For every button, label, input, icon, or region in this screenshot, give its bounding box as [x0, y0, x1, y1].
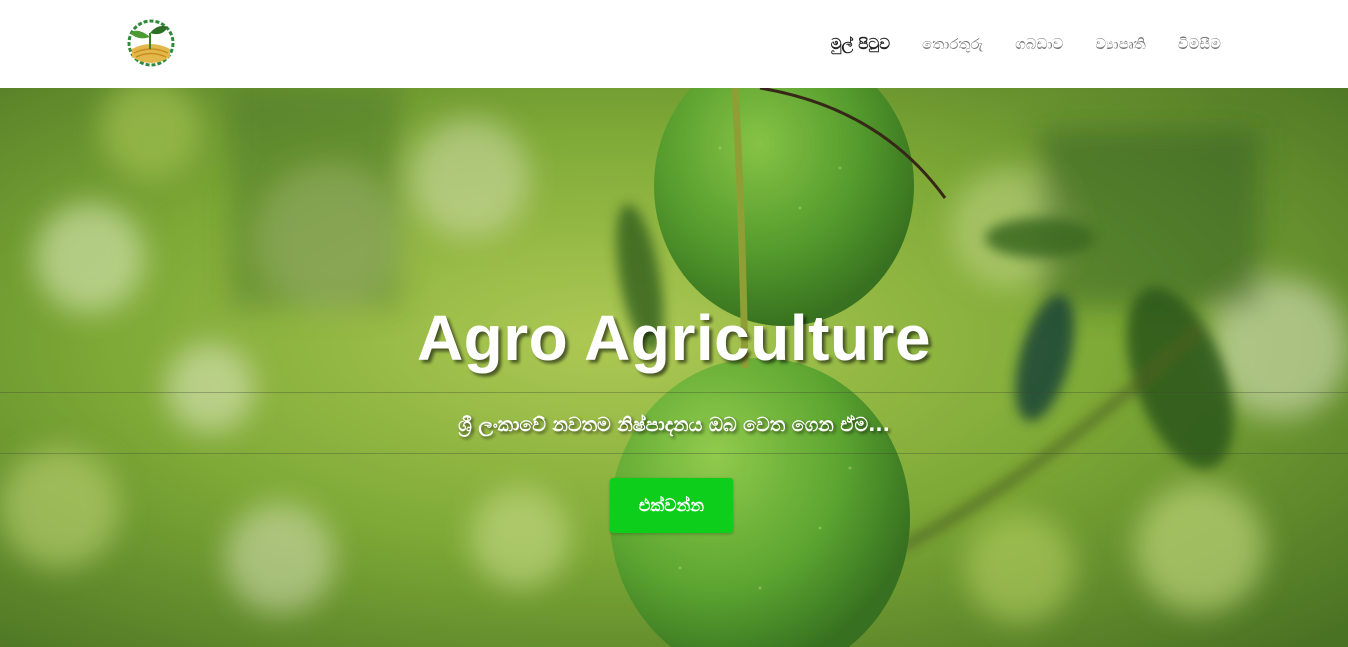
site-logo[interactable] [126, 19, 176, 67]
hero-section: Agro Agriculture ශ්‍රී ලංකාවේ නවතම නිෂ්ප… [0, 88, 1348, 647]
join-button[interactable]: එක්වන්න [610, 478, 733, 533]
main-nav: මුල් පිටුව තොරතුරු ගබඩාව ව්‍යාපෘති විමසී… [815, 33, 1221, 55]
leaf-globe-logo-icon [127, 19, 175, 67]
hero-subtitle: ශ්‍රී ලංකාවේ නවතම නිෂ්පාදනය ඔබ වෙත ගෙන ඒ… [458, 414, 890, 436]
hero-title: Agro Agriculture [416, 302, 932, 374]
nav-projects[interactable]: ව්‍යාපෘති [1079, 33, 1161, 55]
navbar: මුල් පිටුව තොරතුරු ගබඩාව ව්‍යාපෘති විමසී… [0, 0, 1348, 88]
nav-info[interactable]: තොරතුරු [906, 33, 999, 55]
nav-store[interactable]: ගබඩාව [999, 33, 1079, 55]
nav-inquiry[interactable]: විමසීම [1162, 33, 1221, 55]
nav-home[interactable]: මුල් පිටුව [815, 33, 906, 55]
